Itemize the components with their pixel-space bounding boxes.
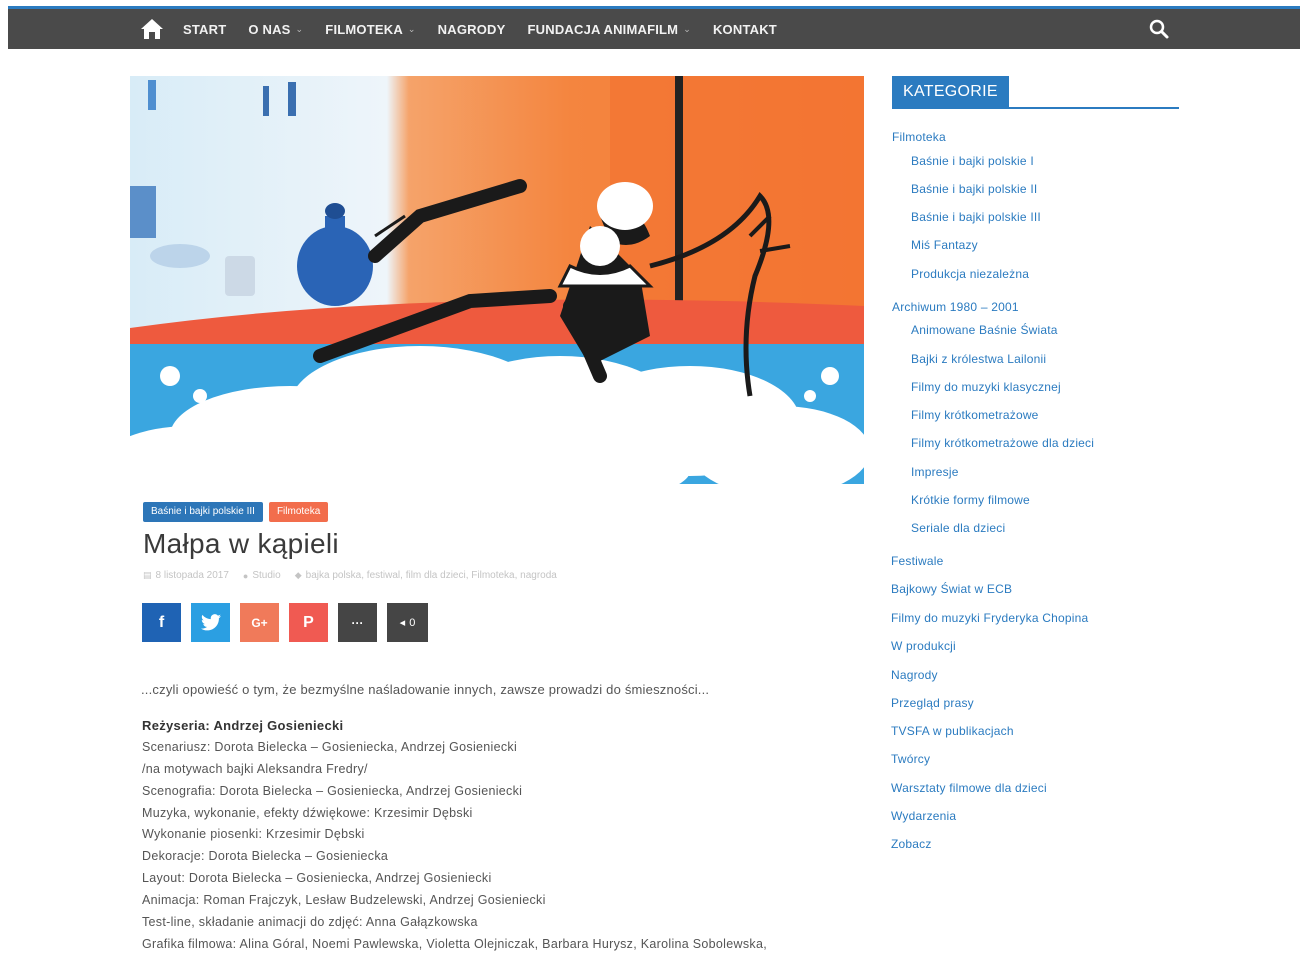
- twitter-share-button[interactable]: [191, 603, 230, 642]
- twitter-icon: [200, 614, 221, 631]
- pinterest-icon: P: [303, 613, 314, 631]
- category-link-krotkometrazowe-dzieci[interactable]: Filmy krótkometrażowe dla dzieci: [911, 436, 1094, 450]
- chevron-down-icon: ⌄: [295, 23, 304, 34]
- category-link-chopin[interactable]: Filmy do muzyki Fryderyka Chopina: [891, 611, 1088, 625]
- post-title: Małpa w kąpieli: [143, 528, 339, 559]
- category-link-przeglad-prasy[interactable]: Przegląd prasy: [891, 696, 974, 710]
- category-link-mis-fantazy[interactable]: Miś Fantazy: [911, 238, 978, 252]
- credit-line: Muzyka, wykonanie, efekty dźwiękowe: Krz…: [142, 805, 473, 820]
- googleplus-icon: G+: [251, 615, 268, 630]
- main-navigation: START O NAS ⌄ FILMOTEKA ⌄ NAGRODY FUNDACJA…: [8, 6, 1300, 49]
- post-credits: Reżyseria: Andrzej Gosieniecki Scenarius…: [142, 718, 767, 959]
- category-link-w-produkcji[interactable]: W produkcji: [891, 639, 956, 653]
- calendar-icon: ▤: [143, 570, 152, 580]
- category-link-tvsfa[interactable]: TVSFA w publikacjach: [891, 724, 1014, 738]
- share-icon: ◂: [399, 617, 406, 629]
- category-link-impresje[interactable]: Impresje: [911, 465, 959, 479]
- post-date[interactable]: 8 listopada 2017: [156, 570, 229, 581]
- category-link-animowane-basnie[interactable]: Animowane Baśnie Świata: [911, 323, 1058, 337]
- category-link-bajki-lailonii[interactable]: Bajki z królestwa Lailonii: [911, 352, 1046, 366]
- category-badge-basnie-iii[interactable]: Baśnie i bajki polskie III: [143, 502, 263, 522]
- chevron-down-icon: ⌄: [683, 23, 691, 34]
- credit-line: Test-line, składanie animacji do zdjęć: …: [142, 915, 478, 930]
- category-link-tworcy[interactable]: Twórcy: [891, 752, 930, 766]
- category-link-produkcja-niezalezna[interactable]: Produkcja niezależna: [911, 267, 1029, 281]
- chevron-down-icon: ⌄: [407, 23, 416, 34]
- credit-line: Dekoracje: Dorota Bielecka – Gosieniecka: [142, 849, 389, 864]
- category-link-krotkometrazowe[interactable]: Filmy krótkometrażowe: [911, 408, 1039, 422]
- category-link-archiwum[interactable]: Archiwum 1980 – 2001: [892, 300, 1019, 314]
- post-categories: Baśnie i bajki polskie III Filmoteka: [143, 502, 329, 522]
- post-intro: ...czyli opowieść o tym, że bezmyślne na…: [141, 682, 710, 697]
- facebook-share-button[interactable]: f: [142, 603, 181, 642]
- nav-item-o-nas[interactable]: O NAS ⌄: [248, 22, 303, 37]
- category-link-basnie-ii[interactable]: Baśnie i bajki polskie II: [911, 182, 1037, 196]
- credit-line: Animacja: Roman Frajczyk, Lesław Budzele…: [142, 893, 546, 908]
- nav-menu: START O NAS ⌄ FILMOTEKA ⌄ NAGRODY FUNDACJA…: [183, 9, 799, 49]
- category-link-bajkowy-swiat[interactable]: Bajkowy Świat w ECB: [891, 582, 1012, 596]
- credit-line: Wykonanie piosenki: Krzesimir Dębski: [142, 827, 365, 842]
- credit-line: Scenariusz: Dorota Bielecka – Gosienieck…: [142, 739, 518, 754]
- featured-image[interactable]: [130, 76, 864, 484]
- share-count-value: 0: [409, 616, 416, 629]
- category-link-seriale[interactable]: Seriale dla dzieci: [911, 521, 1005, 535]
- post-tags[interactable]: bajka polska, festiwal, film dla dzieci,…: [306, 570, 557, 581]
- category-link-warsztaty[interactable]: Warsztaty filmowe dla dzieci: [891, 781, 1047, 795]
- category-link-zobacz[interactable]: Zobacz: [891, 837, 932, 851]
- credit-line: Reżyseria: Andrzej Gosieniecki: [142, 718, 344, 733]
- more-share-button[interactable]: ···: [338, 603, 377, 642]
- share-buttons: f G+ P ··· ◂ 0: [142, 603, 428, 642]
- nav-item-fundacja-animafilm[interactable]: FUNDACJA ANIMAFILM ⌄: [528, 22, 691, 37]
- category-link-basnie-i[interactable]: Baśnie i bajki polskie I: [911, 154, 1034, 168]
- credit-line: Grafika filmowa: Alina Góral, Noemi Pawl…: [142, 936, 767, 951]
- category-badge-filmoteka[interactable]: Filmoteka: [268, 502, 329, 522]
- category-link-krotkie-formy[interactable]: Krótkie formy filmowe: [911, 493, 1030, 507]
- nav-item-filmoteka[interactable]: FILMOTEKA ⌄: [325, 22, 415, 37]
- nav-item-nagrody[interactable]: NAGRODY: [438, 22, 506, 37]
- post-author[interactable]: Studio: [252, 570, 280, 581]
- categories-widget-title: KATEGORIE: [892, 76, 1009, 107]
- home-icon[interactable]: [139, 17, 165, 41]
- user-icon: ●: [242, 570, 249, 581]
- category-link-wydarzenia[interactable]: Wydarzenia: [891, 809, 956, 823]
- search-icon[interactable]: [1148, 18, 1170, 40]
- facebook-icon: f: [158, 613, 165, 631]
- nav-item-start[interactable]: START: [183, 22, 226, 37]
- credit-line: /na motywach bajki Aleksandra Fredry/: [142, 761, 368, 776]
- credit-line: Scenografia: Dorota Bielecka – Gosieniec…: [142, 783, 523, 798]
- category-link-festiwale[interactable]: Festiwale: [891, 554, 943, 568]
- more-icon: ···: [351, 615, 364, 630]
- category-link-muzyka-klasyczna[interactable]: Filmy do muzyki klasycznej: [911, 380, 1061, 394]
- pinterest-share-button[interactable]: P: [289, 603, 328, 642]
- categories-widget-header: KATEGORIE: [892, 76, 1179, 109]
- nav-item-kontakt[interactable]: KONTAKT: [713, 22, 777, 37]
- category-link-filmoteka[interactable]: Filmoteka: [892, 130, 946, 144]
- googleplus-share-button[interactable]: G+: [240, 603, 279, 642]
- credit-line: Layout: Dorota Bielecka – Gosieniecka, A…: [142, 871, 492, 886]
- category-link-basnie-iii[interactable]: Baśnie i bajki polskie III: [911, 210, 1041, 224]
- share-count[interactable]: ◂ 0: [387, 603, 428, 642]
- tag-icon: ◆: [294, 570, 302, 580]
- post-meta: ▤ 8 listopada 2017 ● Studio ◆ bajka pols…: [143, 570, 557, 581]
- category-link-nagrody[interactable]: Nagrody: [891, 668, 938, 682]
